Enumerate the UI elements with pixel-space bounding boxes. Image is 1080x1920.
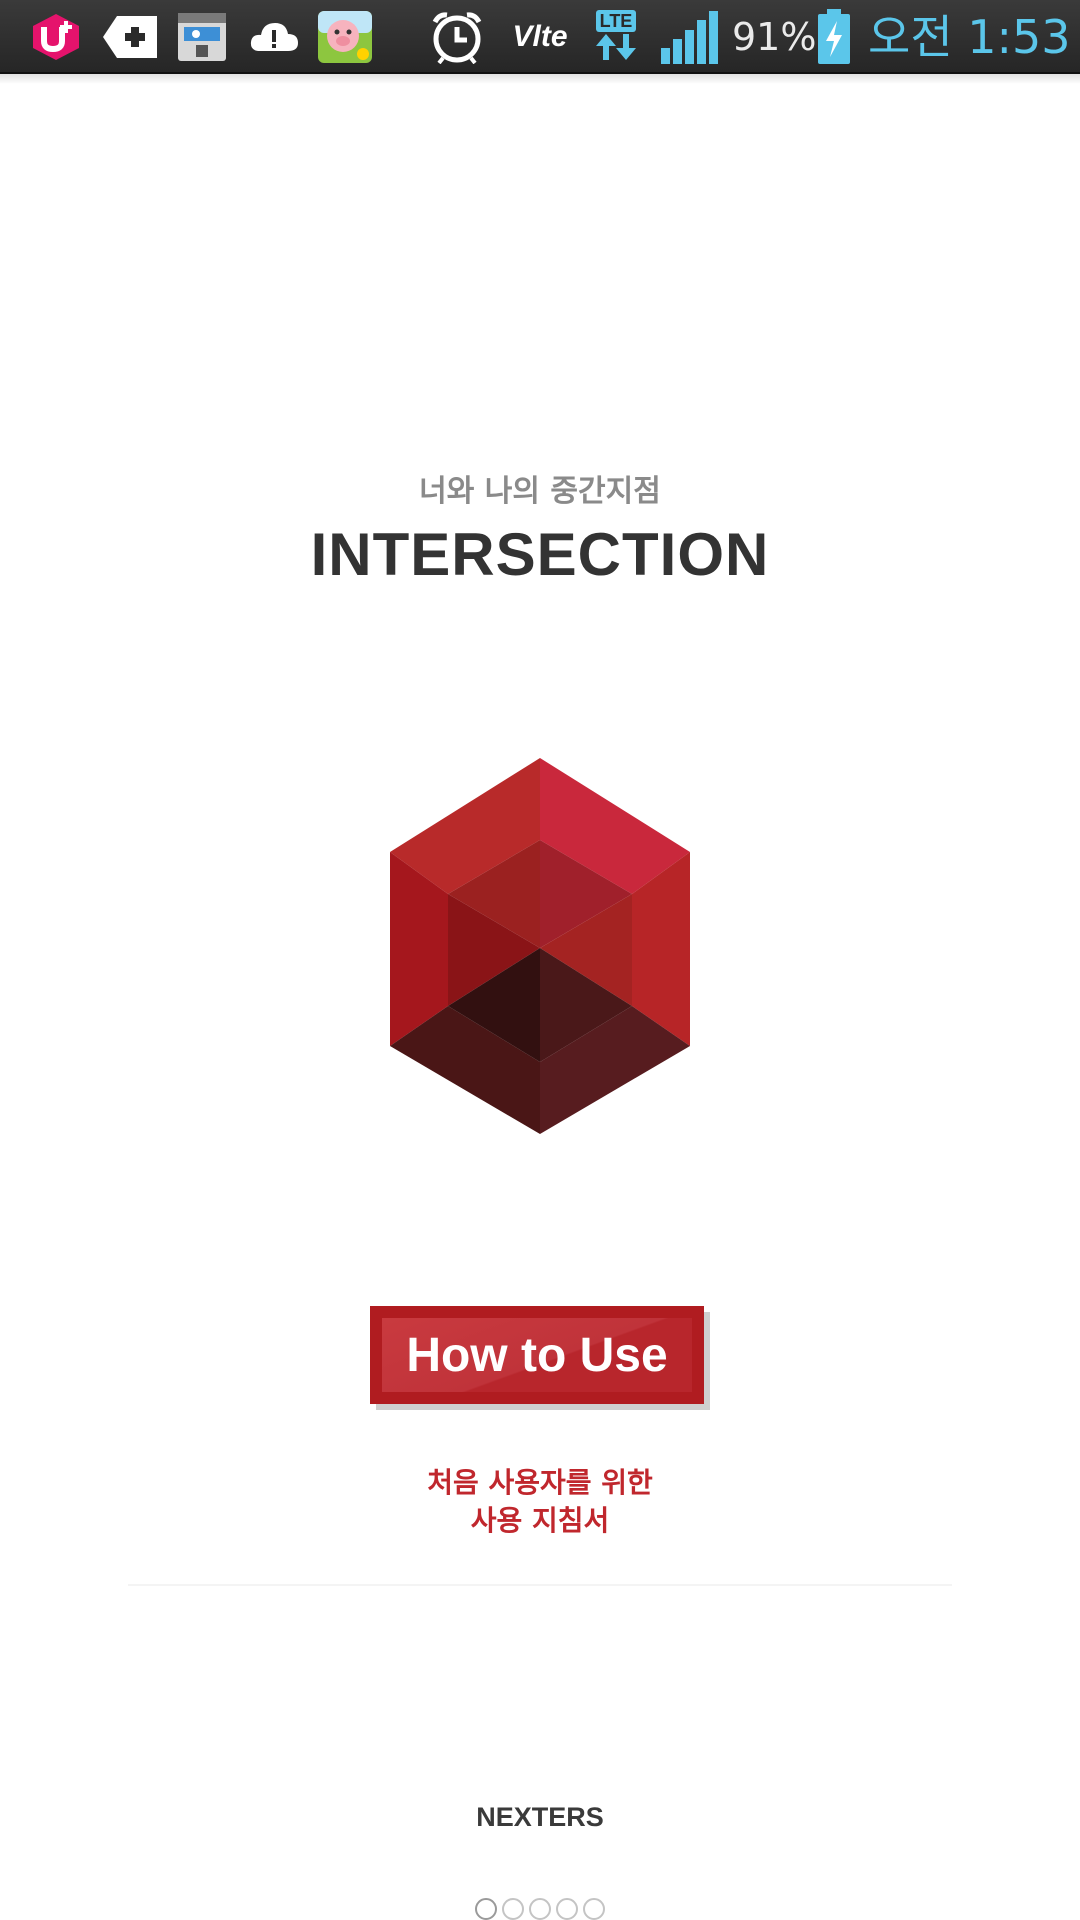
how-to-use-label: How to Use: [406, 1328, 668, 1382]
lte-label: LTE: [595, 10, 637, 32]
status-clock: 오전 1:53: [868, 10, 1071, 64]
lte-data-icon: LTE: [592, 10, 640, 64]
guide-description: 처음 사용자를 위한 사용 지침서: [0, 1464, 1080, 1540]
page-dot-4: [556, 1898, 578, 1920]
cloud-alert-icon: [246, 10, 302, 64]
how-to-use-button[interactable]: How to Use: [370, 1306, 704, 1404]
divider: [128, 1584, 952, 1586]
guide-line-1: 처음 사용자를 위한: [427, 1466, 653, 1499]
page-dot-5: [583, 1898, 605, 1920]
alarm-clock-icon: [428, 10, 486, 64]
how-to-use-button-face: How to Use: [382, 1318, 692, 1392]
volte-icon: Vlte: [502, 10, 578, 64]
app-title: INTERSECTION: [310, 521, 770, 588]
guide-line-2: 사용 지침서: [470, 1504, 610, 1537]
signal-strength-icon: [658, 10, 722, 64]
status-bar: Vlte LTE 91% 오전 1:53: [0, 0, 1080, 74]
battery-charging-icon: [816, 9, 852, 64]
lg-uplus-icon: [26, 10, 86, 64]
page-dot-3: [529, 1898, 551, 1920]
brand-name: NEXTERS: [476, 1802, 604, 1832]
medical-cross-tag-icon: [100, 10, 160, 64]
page-indicator: [0, 1898, 1080, 1920]
page-dot-2: [502, 1898, 524, 1920]
volte-label: Vlte: [512, 20, 568, 53]
red-hexagon-cube-logo: [388, 756, 692, 1136]
page-dot-1: [475, 1898, 497, 1920]
status-bar-shadow: [0, 74, 1080, 84]
pig-game-app-icon: [316, 10, 374, 64]
battery-percent: 91%: [732, 15, 817, 59]
app-subtitle: 너와 나의 중간지점: [419, 474, 661, 509]
device-cleaner-icon: [174, 10, 230, 64]
